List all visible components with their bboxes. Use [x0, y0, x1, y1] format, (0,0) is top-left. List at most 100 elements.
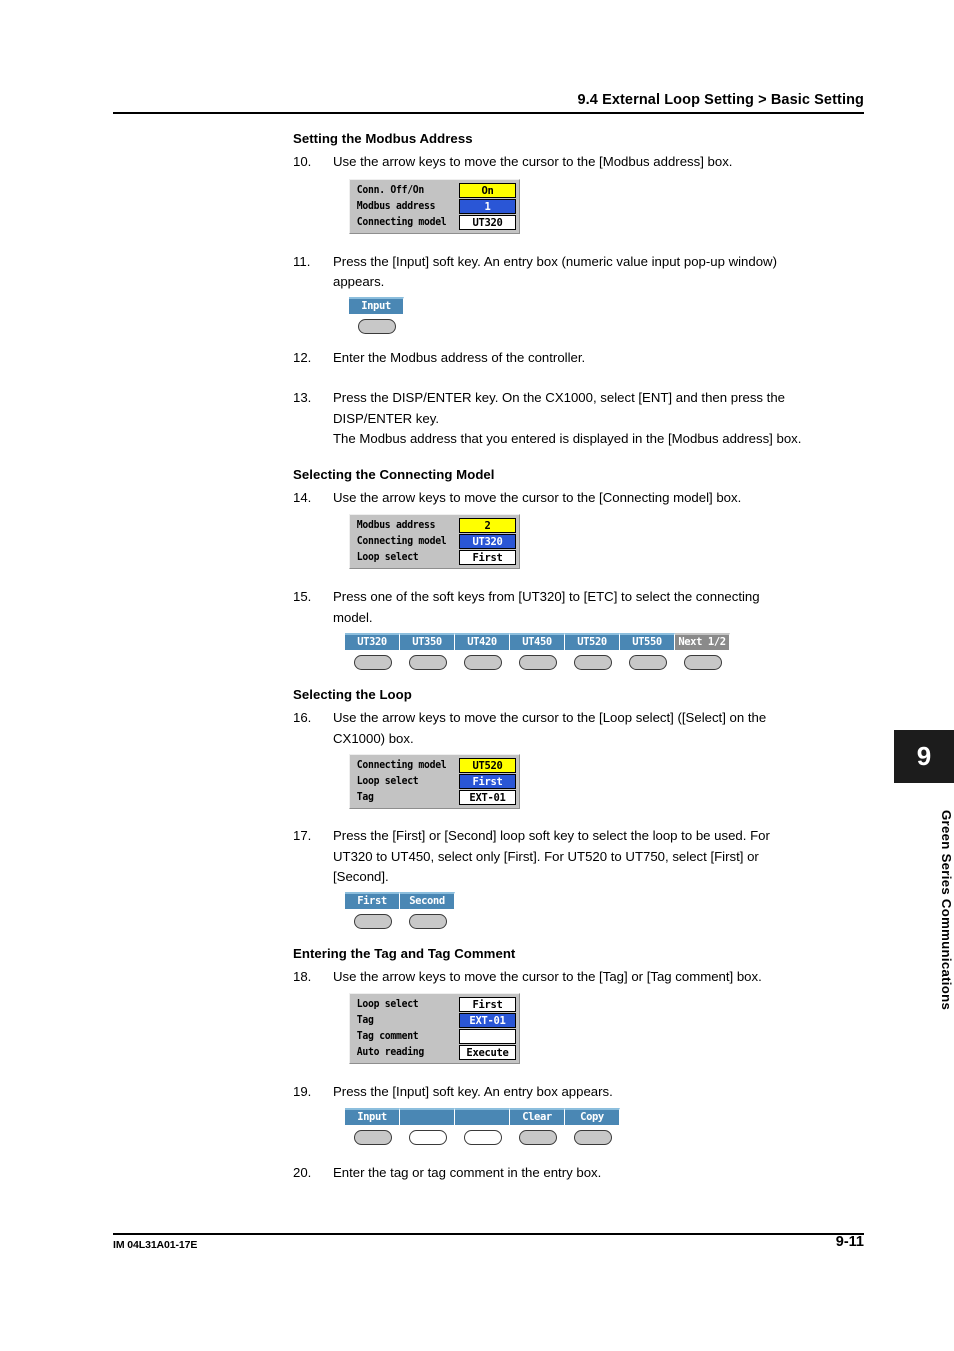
softkey-blank-2[interactable]	[455, 1107, 510, 1125]
lcd-row: Tag comment	[354, 1028, 516, 1044]
step-10-text: Use the arrow keys to move the cursor to…	[333, 154, 733, 169]
softkey-ut450[interactable]: UT450	[510, 633, 565, 650]
step-11: 11. Press the [Input] soft key. An entry…	[293, 252, 868, 293]
softkey-column: Second	[400, 891, 455, 929]
lcd-row-value[interactable]: On	[459, 182, 516, 198]
softkey-button[interactable]	[353, 655, 392, 670]
softkey-second[interactable]: Second	[400, 891, 455, 909]
step-20: 20. Enter the tag or tag comment in the …	[293, 1163, 868, 1184]
lcd-row-value[interactable]: UT320	[459, 534, 516, 549]
lcd-row: Conn. Off/On On	[354, 182, 516, 198]
softkey-ut420[interactable]: UT420	[455, 633, 510, 650]
softkey-button[interactable]	[518, 1129, 557, 1145]
step-16-number: 16.	[293, 710, 312, 725]
step-13-line-2: DISP/ENTER key.	[333, 410, 440, 426]
lcd-row-value[interactable]: EXT-01	[459, 790, 516, 805]
lcd-row: Loop select First	[354, 549, 516, 565]
softkey-next-page[interactable]: Next 1/2	[675, 633, 730, 650]
softkey-button[interactable]	[357, 318, 396, 334]
step-13-text: Press the DISP/ENTER key. On the CX1000,…	[333, 388, 868, 450]
step-18: 18. Use the arrow keys to move the curso…	[293, 967, 868, 988]
step-13-line-1: Press the DISP/ENTER key. On the CX1000,…	[333, 390, 785, 405]
lcd-row-label: Loop select	[356, 775, 419, 787]
step-17-line-1: Press the [First] or [Second] loop soft …	[333, 828, 770, 843]
softkey-column	[455, 1107, 510, 1145]
lcd-row-value[interactable]: UT320	[459, 214, 516, 230]
softkey-button[interactable]	[518, 655, 557, 670]
step-18-number: 18.	[293, 968, 312, 984]
step-20-number: 20.	[293, 1164, 312, 1180]
softkey-column: UT550	[620, 633, 675, 670]
lcd-row: Connecting model UT320	[354, 214, 516, 230]
lcd-row-value[interactable]: 1	[459, 198, 516, 214]
lcd-row-label: Connecting model	[356, 759, 447, 771]
softkey-column: UT350	[400, 633, 455, 670]
softkey-ut550[interactable]: UT550	[620, 633, 675, 650]
step-10-number: 10.	[293, 154, 312, 169]
step-15: 15. Press one of the soft keys from [UT3…	[293, 587, 868, 628]
softkey-button[interactable]	[463, 1129, 502, 1145]
lcd-row: Tag EXT-01	[354, 1012, 516, 1028]
softkey-column: Clear	[510, 1107, 565, 1145]
step-11-text: Press the [Input] soft key. An entry box…	[333, 252, 868, 293]
lcd-row-label: Connecting model	[356, 535, 447, 547]
softkey-button[interactable]	[353, 913, 392, 929]
section-heading-modbus: Setting the Modbus Address	[293, 131, 473, 146]
step-17-number: 17.	[293, 828, 312, 843]
softkey-button[interactable]	[573, 655, 612, 670]
lcd-row: Loop select First	[354, 996, 516, 1012]
softkey-first[interactable]: First	[345, 891, 400, 909]
lcd-panel-connecting-model: Modbus address 2 Connecting model UT320 …	[349, 514, 520, 569]
lcd-row-value[interactable]: First	[459, 550, 516, 565]
lcd-row-label: Tag comment	[356, 1030, 419, 1042]
lcd-row-value[interactable]: 2	[459, 518, 516, 533]
lcd-row-label: Conn. Off/On	[356, 183, 424, 196]
step-18-text: Use the arrow keys to move the cursor to…	[333, 968, 762, 984]
softkey-button[interactable]	[683, 655, 722, 670]
softkey-button[interactable]	[408, 1129, 447, 1145]
softkey-blank-1[interactable]	[400, 1107, 455, 1125]
lcd-row-value[interactable]: First	[459, 774, 516, 789]
lcd-row-value[interactable]: Execute	[459, 1045, 516, 1060]
softkey-button[interactable]	[573, 1129, 612, 1145]
softkey-button[interactable]	[628, 655, 667, 670]
softkey-input[interactable]: Input	[345, 1107, 400, 1125]
header-title: 9.4 External Loop Setting > Basic Settin…	[577, 92, 864, 108]
step-15-line-2: model.	[333, 609, 373, 625]
step-14-text: Use the arrow keys to move the cursor to…	[333, 489, 742, 505]
softkey-column: UT520	[565, 633, 620, 670]
softkey-button[interactable]	[353, 1129, 392, 1145]
step-17: 17. Press the [First] or [Second] loop s…	[293, 826, 868, 888]
lcd-row-value[interactable]: First	[459, 997, 516, 1012]
lcd-row-label: Tag	[356, 791, 374, 803]
lcd-row: Loop select First	[354, 773, 516, 789]
step-11-line-1: Press the [Input] soft key. An entry box…	[333, 253, 777, 269]
lcd-row-label: Auto reading	[356, 1046, 424, 1058]
lcd-row-label: Loop select	[356, 551, 419, 563]
lcd-panel-loop-select: Connecting model UT520 Loop select First…	[349, 754, 520, 809]
step-12-number: 12.	[293, 349, 312, 365]
softkey-ut350[interactable]: UT350	[400, 633, 455, 650]
step-17-line-2: UT320 to UT450, select only [First]. For…	[333, 848, 759, 864]
step-17-text: Press the [First] or [Second] loop soft …	[333, 826, 868, 888]
softkey-ut520[interactable]: UT520	[565, 633, 620, 650]
lcd-row-value[interactable]: UT520	[459, 758, 516, 773]
lcd-row: Connecting model UT520	[354, 757, 516, 773]
softkey-column: Input	[349, 296, 404, 334]
softkey-input[interactable]: Input	[349, 296, 404, 314]
lcd-row: Modbus address 1	[354, 198, 516, 214]
softkey-button[interactable]	[463, 655, 502, 670]
lcd-row-value[interactable]: EXT-01	[459, 1013, 516, 1028]
softkey-column: First	[345, 891, 400, 929]
softkey-button[interactable]	[408, 913, 447, 929]
softkey-copy[interactable]: Copy	[565, 1107, 620, 1125]
softkey-clear[interactable]: Clear	[510, 1107, 565, 1125]
softkey-column	[400, 1107, 455, 1145]
footer-page-number: 9-11	[835, 1234, 864, 1250]
section-heading-loop: Selecting the Loop	[293, 687, 412, 702]
lcd-row-label: Tag	[356, 1014, 374, 1026]
lcd-row-value[interactable]	[459, 1029, 516, 1044]
softkey-ut320[interactable]: UT320	[345, 633, 400, 650]
softkey-button[interactable]	[408, 655, 447, 670]
lcd-panel-tag: Loop select First Tag EXT-01 Tag comment…	[349, 993, 520, 1064]
